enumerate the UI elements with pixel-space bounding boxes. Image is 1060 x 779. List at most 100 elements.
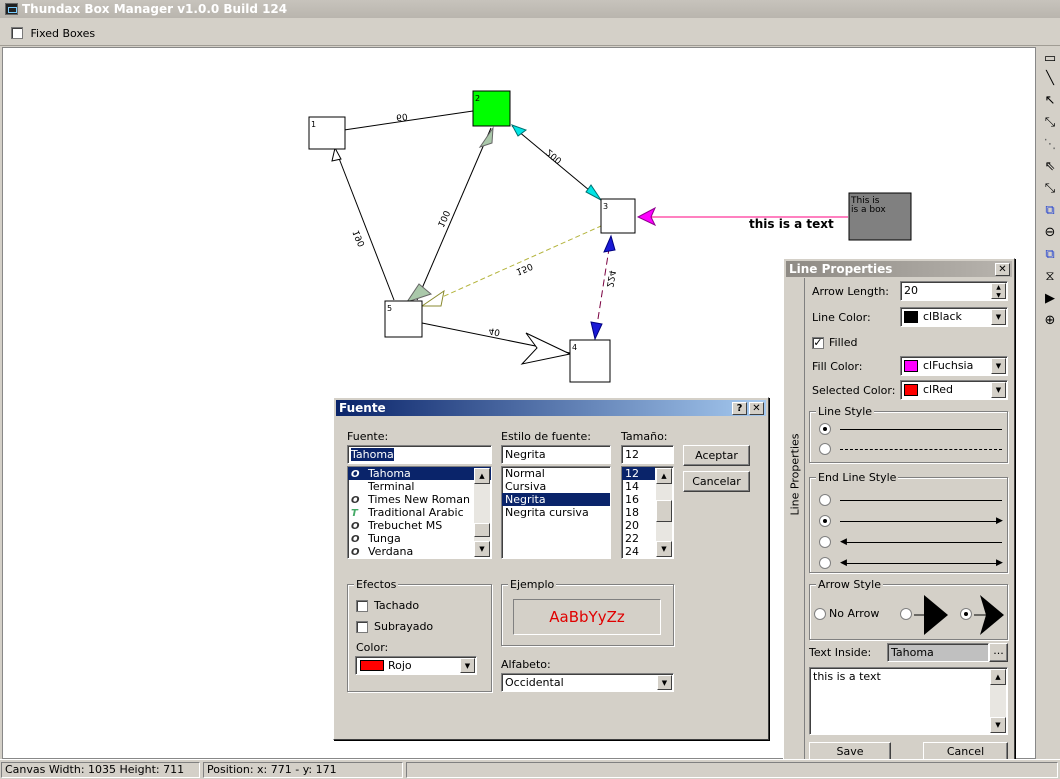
box-3[interactable]: 3 <box>600 198 636 234</box>
arrowhead-white-large <box>520 332 572 365</box>
style-item-cursiva[interactable]: Cursiva <box>502 480 610 493</box>
fixed-boxes-checkbox[interactable]: Fixed Boxes <box>11 26 95 40</box>
status-empty-panel <box>406 762 1058 778</box>
size-item-12[interactable]: 12 <box>622 467 655 480</box>
chevron-down-icon[interactable]: ▼ <box>991 309 1006 325</box>
font-item-verdana[interactable]: Verdana <box>348 545 491 558</box>
line-color-swatch <box>904 311 918 323</box>
scroll-down-icon[interactable]: ▼ <box>474 541 490 557</box>
font-item-tahoma[interactable]: Tahoma <box>348 467 491 480</box>
fill-color-select[interactable]: clFuchsia ▼ <box>900 356 1008 376</box>
close-icon[interactable]: ✕ <box>995 263 1010 276</box>
filled-checkbox[interactable]: ✓ <box>812 337 824 349</box>
double-arrow-line-icon[interactable]: ⤡ <box>1040 113 1060 133</box>
line-style-solid-radio[interactable] <box>819 423 831 435</box>
color-select[interactable]: Rojo ▼ <box>355 656 477 675</box>
script-select[interactable]: Occidental ▼ <box>501 673 674 692</box>
font-name-input[interactable]: Tahoma <box>347 445 492 464</box>
help-icon[interactable]: ? <box>732 402 747 415</box>
align-icon[interactable]: ⧖ <box>1040 267 1060 287</box>
scroll-thumb[interactable] <box>656 500 672 522</box>
strike-checkbox[interactable] <box>356 600 368 612</box>
arrow-line-icon[interactable]: ↖ <box>1040 91 1060 111</box>
floating-text[interactable]: this is a text <box>749 217 834 231</box>
add-icon[interactable]: ⊕ <box>1040 311 1060 331</box>
style-list[interactable]: Normal Cursiva Negrita Negrita cursiva <box>501 466 611 559</box>
dashed-line-icon[interactable]: ⋱ <box>1040 135 1060 155</box>
end-style-none-radio[interactable] <box>819 494 831 506</box>
close-icon[interactable]: ✕ <box>749 402 764 415</box>
font-item-tunga[interactable]: Tunga <box>348 532 491 545</box>
scroll-down-icon[interactable]: ▼ <box>990 717 1006 733</box>
arrow-notched-radio[interactable] <box>960 608 972 620</box>
text-inside-font-field[interactable]: Tahoma <box>887 643 989 662</box>
box-1[interactable]: 1 <box>308 116 346 150</box>
font-item-times-new-roman[interactable]: Times New Roman <box>348 493 491 506</box>
no-arrow-radio[interactable] <box>814 608 826 620</box>
end-style-right-radio[interactable] <box>819 515 831 527</box>
truetype-icon: T <box>351 508 358 519</box>
window-title: Thundax Box Manager v1.0.0 Build 124 <box>22 2 288 16</box>
box-5[interactable]: 5 <box>384 300 423 338</box>
side-tab[interactable]: Line Properties <box>787 278 805 768</box>
style-item-normal[interactable]: Normal <box>502 467 610 480</box>
send-back-icon[interactable]: ⧉ <box>1040 245 1060 265</box>
arrow-triangle-radio[interactable] <box>900 608 912 620</box>
selected-color-select[interactable]: clRed ▼ <box>900 380 1008 400</box>
play-icon[interactable]: ▶ <box>1040 289 1060 309</box>
accept-button[interactable]: Aceptar <box>683 445 750 466</box>
line-tool-icon[interactable]: ╲ <box>1040 69 1060 89</box>
cancel-button[interactable]: Cancelar <box>683 471 750 492</box>
scroll-down-icon[interactable]: ▼ <box>656 541 672 557</box>
no-arrow-label: No Arrow <box>829 607 880 620</box>
color-label: Color: <box>356 641 389 654</box>
font-list-scrollbar[interactable]: ▲ ▼ <box>474 468 490 557</box>
edge-5-1[interactable] <box>334 147 395 301</box>
delete-icon[interactable]: ⊖ <box>1040 223 1060 243</box>
bring-front-icon[interactable]: ⧉ <box>1040 201 1060 221</box>
fill-color-value: clFuchsia <box>923 359 974 372</box>
scroll-up-icon[interactable]: ▲ <box>474 468 490 484</box>
text-inside-textarea[interactable]: this is a text ▲ ▼ <box>809 667 1008 735</box>
font-item-terminal[interactable]: Terminal <box>348 480 491 493</box>
chevron-down-icon[interactable]: ▼ <box>991 358 1006 374</box>
scroll-up-icon[interactable]: ▲ <box>656 468 672 484</box>
arrow-length-input[interactable]: 20 ▲ ▼ <box>900 281 1008 301</box>
checkbox-box[interactable] <box>11 27 23 39</box>
style-item-negrita[interactable]: Negrita <box>502 493 610 506</box>
size-list-scrollbar[interactable]: ▲ ▼ <box>656 468 672 557</box>
solid-line-sample <box>840 429 1002 430</box>
underline-checkbox[interactable] <box>356 621 368 633</box>
dashed-double-arrow-icon[interactable]: ⤡ <box>1040 179 1060 199</box>
chevron-down-icon[interactable]: ▼ <box>657 675 672 690</box>
box-2[interactable]: 2 <box>472 90 511 127</box>
rectangle-tool-icon[interactable]: ▭ <box>1040 49 1060 69</box>
spinner-icon[interactable]: ▲ ▼ <box>991 283 1006 299</box>
chevron-down-icon[interactable]: ▼ <box>991 382 1006 398</box>
dashed-arrow-icon[interactable]: ⇖ <box>1040 157 1060 177</box>
size-input[interactable]: 12 <box>621 445 674 464</box>
chevron-down-icon[interactable]: ▼ <box>460 658 475 673</box>
text-box[interactable]: This is is a box <box>848 192 912 241</box>
scroll-thumb[interactable] <box>474 523 490 537</box>
line-properties-panel: Line Properties ✕ Line Properties Arrow … <box>783 258 1015 772</box>
style-input[interactable]: Negrita <box>501 445 611 464</box>
textarea-scrollbar[interactable]: ▲ ▼ <box>990 669 1006 733</box>
edge-3-5[interactable] <box>421 225 602 307</box>
box-4[interactable]: 4 <box>569 339 611 383</box>
edge-5-2[interactable] <box>416 127 492 301</box>
line-style-dashed-radio[interactable] <box>819 443 831 455</box>
font-item-trebuchet-ms[interactable]: Trebuchet MS <box>348 519 491 532</box>
font-item-traditional-arabic[interactable]: Traditional Arabic <box>348 506 491 519</box>
end-style-both-radio[interactable] <box>819 557 831 569</box>
end-style-left-radio[interactable] <box>819 536 831 548</box>
line-color-select[interactable]: clBlack ▼ <box>900 307 1008 327</box>
arrow-style-title: Arrow Style <box>816 578 883 591</box>
size-list[interactable]: 12 14 16 18 20 22 24 ▲ ▼ <box>621 466 674 559</box>
edge-1-2[interactable] <box>343 110 474 131</box>
scroll-up-icon[interactable]: ▲ <box>990 669 1006 685</box>
fill-color-swatch <box>904 360 918 372</box>
font-picker-button[interactable]: ... <box>989 643 1008 662</box>
style-item-negrita-cursiva[interactable]: Negrita cursiva <box>502 506 610 519</box>
font-list[interactable]: Tahoma Terminal Times New Roman Traditio… <box>347 466 492 559</box>
